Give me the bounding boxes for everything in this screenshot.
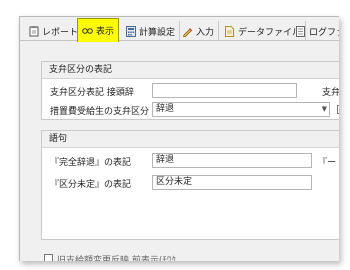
tab-input-label: 入力 xyxy=(196,27,215,38)
tab-calc-settings-label: 計算設定 xyxy=(139,27,176,38)
right-checkbox[interactable] xyxy=(337,105,339,114)
subsidy-category-value: 辞退 xyxy=(156,104,175,114)
category-undecided-row: 『区分未定』の表記 区分未定 xyxy=(42,175,339,191)
tab-input[interactable]: 入力 xyxy=(178,21,220,41)
bottom-option-checkbox[interactable] xyxy=(44,254,53,261)
category-undecided-label: 『区分未定』の表記 xyxy=(50,180,132,190)
tab-calc-settings[interactable]: 計算設定 xyxy=(121,21,181,41)
tab-display[interactable]: 表示 xyxy=(77,18,120,42)
tab-display-label: 表示 xyxy=(96,27,115,37)
subsidy-category-row: 措置費受給生の支弁区分 辞退 ▼ 支 xyxy=(42,102,339,118)
tab-log-file[interactable]: ログファ xyxy=(291,21,339,41)
chevron-down-icon[interactable]: ▼ xyxy=(322,103,327,116)
settings-window: レポート 表示 計算設定 入力 データファイル ログフ 支弁区分の表記 支弁区分… xyxy=(19,16,339,261)
tab-report[interactable]: レポート xyxy=(24,21,84,41)
subsidy-category-label: 措置費受給生の支弁区分 xyxy=(50,107,150,117)
pencil-icon xyxy=(182,26,193,37)
subsidy-category-select[interactable]: 辞退 ▼ xyxy=(152,102,330,117)
calculator-icon xyxy=(125,25,136,37)
data-file-icon xyxy=(224,25,235,37)
full-withdrawal-input[interactable]: 辞退 xyxy=(152,153,312,168)
right-cut-label-3: 『ー xyxy=(318,158,337,168)
full-withdrawal-row: 『完全辞退』の表記 辞退 『ー xyxy=(42,153,339,169)
right-cut-label-1: 支弁 xyxy=(322,88,339,98)
bottom-option-row: 旧支給額変更反映 前表示(ﾁﾜｸ xyxy=(41,251,339,261)
prefix-input[interactable] xyxy=(152,83,297,98)
terms-group: 語句 『完全辞退』の表記 辞退 『ー 『区分未定』の表記 区分未定 xyxy=(41,130,339,240)
report-icon xyxy=(28,25,39,37)
bottom-option-label: 旧支給額変更反映 前表示(ﾁﾜｸ xyxy=(57,256,176,261)
tab-report-label: レポート xyxy=(42,27,79,38)
glasses-icon xyxy=(82,25,93,36)
terms-group-title: 語句 xyxy=(42,131,339,148)
category-undecided-input[interactable]: 区分未定 xyxy=(152,175,312,190)
tab-log-file-label: ログファ xyxy=(309,27,339,38)
full-withdrawal-label: 『完全辞退』の表記 xyxy=(50,158,132,168)
prefix-label: 支弁区分表記 接頭辞 xyxy=(50,88,134,98)
support-category-group-title: 支弁区分の表記 xyxy=(42,62,339,79)
tab-bar: レポート 表示 計算設定 入力 データファイル ログフ xyxy=(20,17,339,42)
prefix-row: 支弁区分表記 接頭辞 支弁 xyxy=(42,83,339,99)
log-file-icon xyxy=(295,25,306,37)
support-category-group: 支弁区分の表記 支弁区分表記 接頭辞 支弁 措置費受給生の支弁区分 辞退 ▼ 支 xyxy=(41,61,339,120)
display-settings-panel: 支弁区分の表記 支弁区分表記 接頭辞 支弁 措置費受給生の支弁区分 辞退 ▼ 支… xyxy=(20,42,339,261)
